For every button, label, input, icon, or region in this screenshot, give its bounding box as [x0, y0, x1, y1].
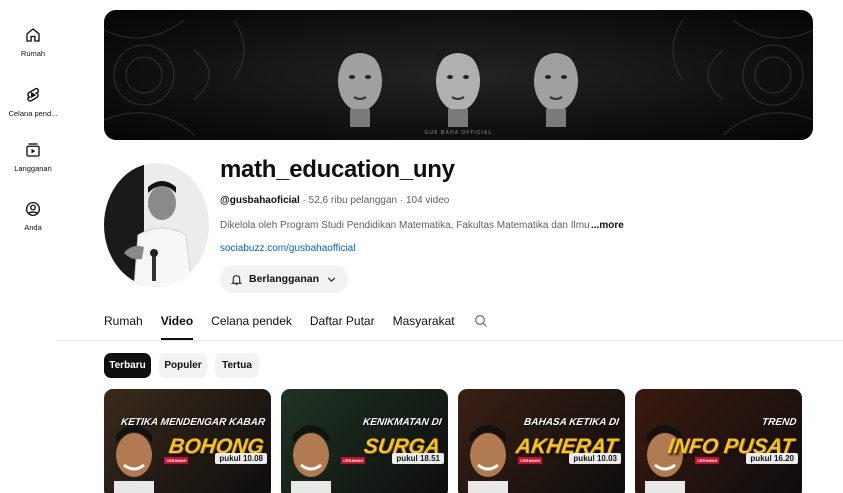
sidebar: Rumah Celana pend... Langganan Anda — [0, 0, 66, 493]
sidebar-item-shorts[interactable]: Celana pend... — [0, 86, 66, 118]
you-icon — [25, 201, 41, 217]
tab-videos[interactable]: Video — [160, 310, 194, 340]
channel-handle: @gusbahaoficial — [220, 195, 300, 206]
sidebar-item-label: Rumah — [20, 49, 46, 58]
tabs-divider — [58, 340, 843, 341]
channel-stats: · 52,6 ribu pelanggan · 104 video — [299, 195, 450, 206]
thumbnail-tag: CERAMAH — [164, 457, 189, 464]
sidebar-item-home[interactable]: Rumah — [0, 26, 66, 58]
thumbnail-person — [291, 425, 331, 493]
thumbnail-time-badge: pukul 18.51 — [392, 453, 444, 464]
chevron-down-icon — [327, 277, 336, 282]
chip-oldest[interactable]: Tertua — [215, 353, 259, 378]
thumbnail-time-badge: pukul 10.03 — [569, 453, 621, 464]
channel-description[interactable]: Dikelola oleh Program Studi Pendidikan M… — [220, 220, 590, 231]
thumbnail-title-line1: TREND — [760, 417, 797, 428]
banner-ornament-left — [104, 19, 245, 136]
video-thumbnail[interactable]: TREND INFO PUSAT CERAMAH pukul 16.20 — [635, 389, 802, 493]
thumbnail-title-line1: KETIKA MENDENGAR KABAR — [120, 417, 266, 428]
banner-portrait-1 — [338, 46, 382, 127]
channel-external-link[interactable]: sociabuzz.com/gusbahaofficial — [220, 243, 355, 254]
channel-avatar[interactable] — [104, 163, 209, 287]
tab-playlists[interactable]: Daftar Putar — [310, 310, 375, 340]
home-icon — [26, 28, 40, 42]
thumbnail-tag: CERAMAH — [518, 457, 543, 464]
banner-caption: GUS BAHA OFFICIAL — [424, 130, 493, 136]
sidebar-item-label: Anda — [24, 223, 42, 232]
chip-latest[interactable]: Terbaru — [104, 353, 151, 378]
banner-portrait-2 — [436, 46, 480, 127]
channel-banner: GUS BAHA OFFICIAL — [104, 10, 813, 140]
tab-home[interactable]: Rumah — [104, 310, 143, 340]
sidebar-item-label: Langganan — [14, 164, 52, 173]
tab-community[interactable]: Masyarakat — [393, 310, 455, 340]
tab-shorts[interactable]: Celana pendek — [211, 310, 292, 340]
video-thumbnail[interactable]: KENIKMATAN DI SURGA CERAMAH pukul 18.51 — [281, 389, 448, 493]
thumbnail-time-badge: pukul 10.08 — [215, 453, 267, 464]
video-thumbnail[interactable]: KETIKA MENDENGAR KABAR BOHONG CERAMAH pu… — [104, 389, 271, 493]
subscribe-label: Berlangganan — [249, 273, 320, 285]
bell-icon — [230, 274, 243, 285]
subscribe-button[interactable]: Berlangganan — [220, 265, 349, 293]
sidebar-item-subscriptions[interactable]: Langganan — [0, 141, 66, 173]
channel-meta: @gusbahaoficial · 52,6 ribu pelanggan · … — [220, 195, 449, 206]
thumbnail-title-line1: KENIKMATAN DI — [362, 417, 443, 428]
avatar-portrait — [104, 163, 209, 287]
channel-tabs: Rumah Video Celana pendek Daftar Putar M… — [104, 310, 489, 340]
video-thumbnail[interactable]: BAHASA KETIKA DI AKHERAT CERAMAH pukul 1… — [458, 389, 625, 493]
chip-popular[interactable]: Populer — [159, 353, 207, 378]
thumbnail-title-line1: BAHASA KETIKA DI — [523, 417, 620, 428]
subscriptions-icon — [26, 143, 40, 157]
thumbnail-person — [468, 425, 508, 493]
sidebar-item-label: Celana pend... — [8, 109, 58, 118]
search-icon[interactable] — [473, 313, 489, 329]
sidebar-item-you[interactable]: Anda — [0, 200, 66, 232]
thumbnail-tag: CERAMAH — [341, 457, 366, 464]
thumbnail-time-badge: pukul 16.20 — [746, 453, 798, 464]
shorts-icon — [27, 87, 40, 102]
description-more-link[interactable]: ...more — [591, 220, 624, 231]
channel-title: math_education_uny — [220, 156, 455, 183]
thumbnail-tag: CERAMAH — [695, 457, 720, 464]
banner-portrait-3 — [534, 46, 578, 127]
banner-ornament-right — [672, 19, 813, 136]
